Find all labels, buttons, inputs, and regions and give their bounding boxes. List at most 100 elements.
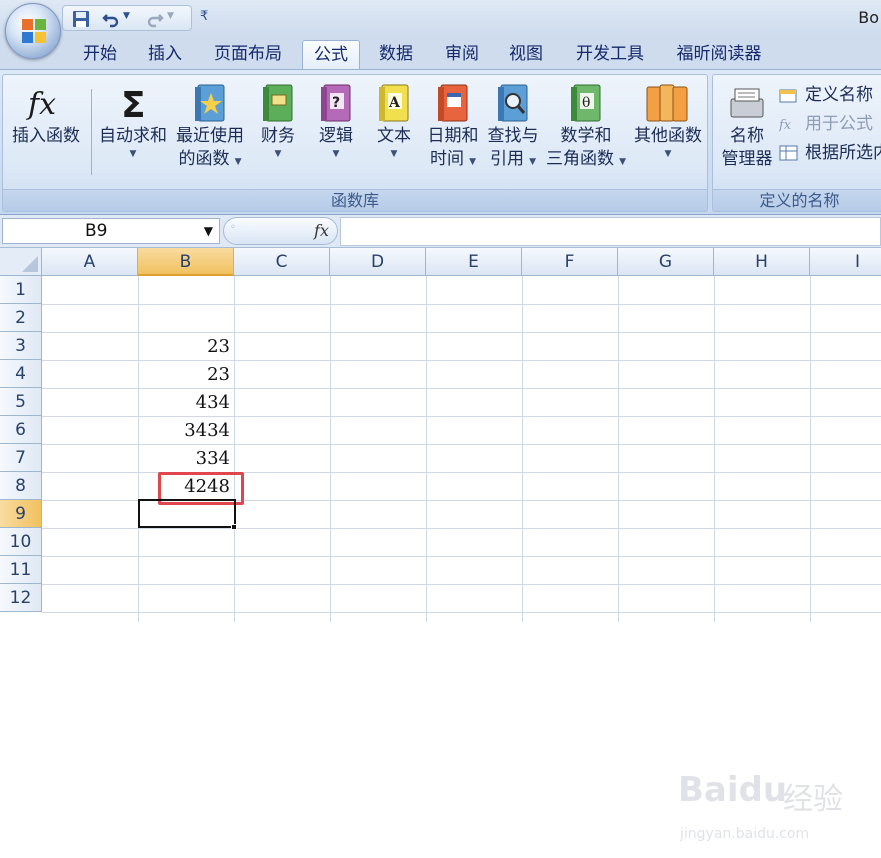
gridline — [42, 528, 881, 529]
row-header-2[interactable]: 2 — [0, 304, 42, 332]
use-in-formula-icon: fx — [779, 118, 792, 133]
gridline — [714, 276, 715, 622]
redo-icon[interactable] — [145, 9, 165, 29]
lookup-book-icon — [498, 84, 528, 122]
column-header-a[interactable]: A — [42, 248, 138, 276]
dropdown-arrow-icon: ▼ — [332, 149, 340, 159]
ribbon-tabs: 开始 插入 页面布局 公式 数据 审阅 视图 开发工具 福昕阅读器 — [0, 36, 881, 70]
financial-button[interactable]: 财务 ▼ — [251, 81, 305, 160]
row-header-7[interactable]: 7 — [0, 444, 42, 472]
tab-developer[interactable]: 开发工具 — [562, 40, 658, 70]
column-header-i[interactable]: I — [810, 248, 881, 276]
date-time-button[interactable]: 日期和 时间 ▼ — [423, 81, 483, 171]
column-header-b[interactable]: B — [138, 248, 234, 276]
name-box-value: B9 — [85, 221, 108, 241]
cell-b4[interactable]: 23 — [138, 360, 234, 388]
text-book-icon: A — [379, 84, 409, 122]
logical-button[interactable]: ? 逻辑 ▼ — [309, 81, 363, 160]
tab-home[interactable]: 开始 — [70, 40, 130, 70]
cell-b3[interactable]: 23 — [138, 332, 234, 360]
column-header-e[interactable]: E — [426, 248, 522, 276]
name-box-dropdown-icon[interactable]: ▼ — [204, 219, 213, 243]
ribbon: fx 插入函数 Σ 自动求和 ▼ 最近使用 的函数 ▼ 财务 ▼ ? 逻辑 ▼ … — [0, 69, 881, 215]
select-all-button[interactable] — [0, 248, 42, 276]
watermark-cn: 经验 — [783, 782, 843, 817]
row-header-12[interactable]: 12 — [0, 584, 42, 612]
row-header-3[interactable]: 3 — [0, 332, 42, 360]
column-header-g[interactable]: G — [618, 248, 714, 276]
cell-b5[interactable]: 434 — [138, 388, 234, 416]
financial-book-icon — [263, 84, 293, 122]
row-header-8[interactable]: 8 — [0, 472, 42, 500]
tab-page-layout[interactable]: 页面布局 — [200, 40, 296, 70]
undo-icon[interactable] — [101, 9, 121, 29]
column-header-d[interactable]: D — [330, 248, 426, 276]
row-header-9[interactable]: 9 — [0, 500, 42, 528]
dropdown-arrow-icon: ▼ — [529, 157, 536, 167]
quick-access-toolbar: ▼ ▼ — [62, 5, 192, 31]
name-box[interactable]: B9 ▼ — [2, 218, 220, 244]
text-button[interactable]: A 文本 ▼ — [367, 81, 421, 160]
row-header-6[interactable]: 6 — [0, 416, 42, 444]
insert-function-pill[interactable]: ◦ fx — [223, 217, 338, 245]
autosum-button[interactable]: Σ 自动求和 ▼ — [95, 81, 171, 160]
svg-text:fx: fx — [26, 87, 56, 122]
math-trig-button[interactable]: θ 数学和 三角函数 ▼ — [543, 81, 629, 171]
window-title: Bo — [858, 8, 879, 27]
watermark-url: jingyan.baidu.com — [680, 826, 810, 842]
star-book-icon — [195, 84, 225, 122]
gridline — [42, 304, 881, 305]
gridline — [810, 276, 811, 622]
name-manager-button[interactable]: 名称 管理器 — [715, 81, 779, 171]
lookup-reference-button[interactable]: 查找与 引用 ▼ — [483, 81, 543, 171]
dropdown-arrow-icon: ▼ — [664, 149, 672, 159]
row-header-1[interactable]: 1 — [0, 276, 42, 304]
insert-function-button[interactable]: fx 插入函数 — [7, 81, 85, 148]
row-header-11[interactable]: 11 — [0, 556, 42, 584]
formula-input[interactable] — [340, 217, 881, 246]
gridline — [42, 556, 881, 557]
dropdown-arrow-icon: ▼ — [274, 149, 282, 159]
svg-text:fx: fx — [779, 118, 792, 133]
customize-qat-icon[interactable]: ₹ — [200, 9, 208, 24]
tab-foxit-reader[interactable]: 福昕阅读器 — [664, 40, 774, 70]
tab-insert[interactable]: 插入 — [135, 40, 195, 70]
watermark: Baidu 经验 jingyan.baidu.com — [678, 768, 878, 858]
office-logo-icon — [22, 19, 46, 43]
title-bar: ▼ ▼ ₹ Bo — [0, 0, 881, 36]
gridline — [42, 584, 881, 585]
fill-handle[interactable] — [231, 524, 237, 530]
row-header-5[interactable]: 5 — [0, 388, 42, 416]
gridline — [234, 276, 235, 622]
tab-review[interactable]: 审阅 — [432, 40, 492, 70]
cell-b7[interactable]: 334 — [138, 444, 234, 472]
dropdown-arrow-icon: ▼ — [619, 157, 626, 167]
active-cell-b9[interactable] — [138, 499, 236, 528]
save-icon[interactable] — [71, 9, 91, 29]
row-header-4[interactable]: 4 — [0, 360, 42, 388]
gridline — [42, 612, 881, 613]
column-header-h[interactable]: H — [714, 248, 810, 276]
row-header-10[interactable]: 10 — [0, 528, 42, 556]
tab-data[interactable]: 数据 — [366, 40, 426, 70]
gridline — [330, 276, 331, 622]
recently-used-button[interactable]: 最近使用 的函数 ▼ — [173, 81, 247, 171]
office-button[interactable] — [5, 3, 61, 59]
define-name-icon — [779, 89, 797, 103]
resize-handle-icon[interactable]: ◦ — [230, 222, 236, 233]
fx-icon: fx — [26, 87, 56, 122]
dropdown-arrow-icon: ▼ — [390, 149, 398, 159]
column-header-c[interactable]: C — [234, 248, 330, 276]
tab-view[interactable]: 视图 — [496, 40, 556, 70]
tab-formulas[interactable]: 公式 — [302, 40, 360, 70]
fx-icon[interactable]: fx — [314, 221, 329, 240]
cell-b6[interactable]: 3434 — [138, 416, 234, 444]
svg-text:A: A — [388, 95, 401, 111]
more-functions-button[interactable]: 其他函数 ▼ — [631, 81, 705, 160]
redo-dropdown-icon[interactable]: ▼ — [167, 11, 174, 21]
more-functions-books-icon — [646, 84, 688, 122]
undo-dropdown-icon[interactable]: ▼ — [123, 11, 130, 21]
defined-names-label: 定义的名称 — [713, 189, 881, 211]
function-library-group: fx 插入函数 Σ 自动求和 ▼ 最近使用 的函数 ▼ 财务 ▼ ? 逻辑 ▼ … — [2, 74, 708, 212]
column-header-f[interactable]: F — [522, 248, 618, 276]
